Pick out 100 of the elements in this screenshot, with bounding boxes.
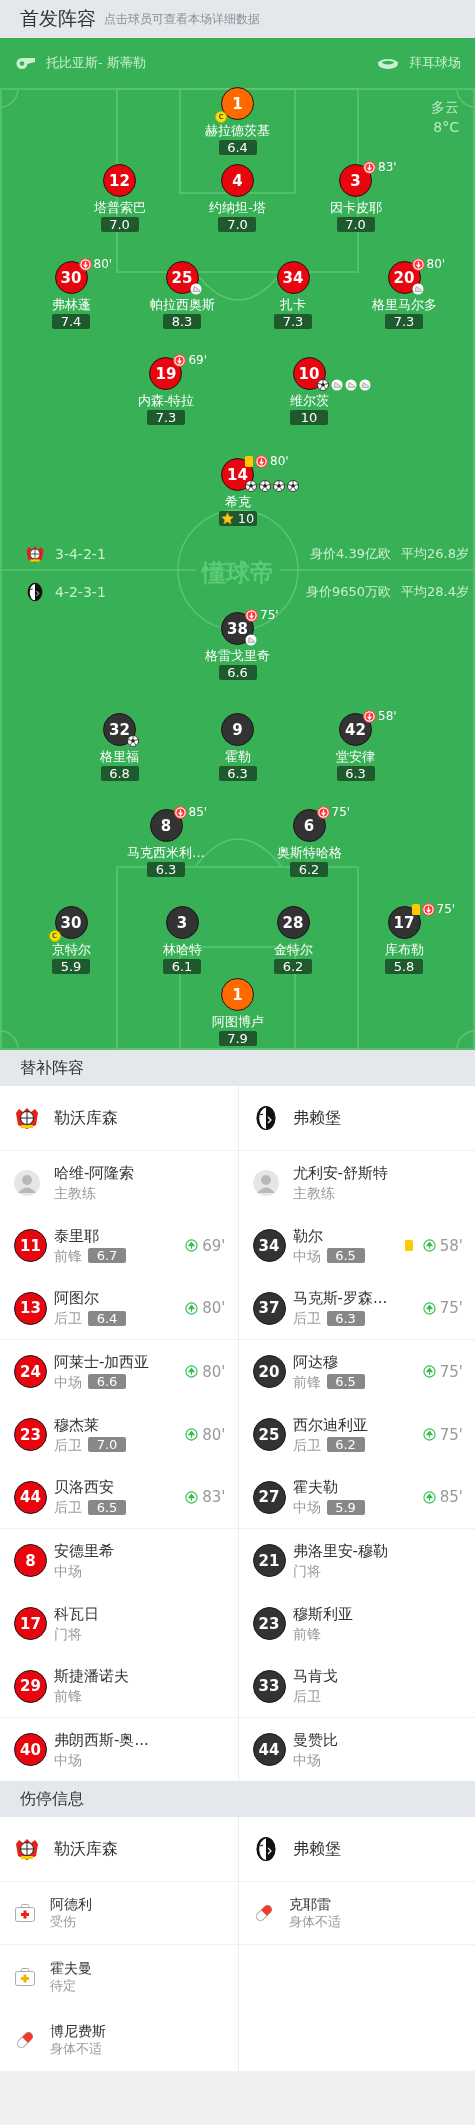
player-rating: 6.5 <box>326 1248 365 1263</box>
medical-kit-icon <box>14 1965 36 1988</box>
market-value: 身价4.39亿欧 <box>310 544 392 563</box>
player-name: 赫拉德茨基 <box>205 123 270 139</box>
substitution-off-icon <box>363 709 376 723</box>
player-rating: 10 <box>218 511 257 526</box>
substitution-on-icon <box>422 1301 436 1315</box>
player-number[interactable]: 25 <box>252 1418 286 1451</box>
boot-icon <box>189 283 202 295</box>
player-name: 博尼费斯 <box>50 2021 106 2040</box>
player-name: 马肯戈 <box>292 1666 338 1686</box>
player-name: 科瓦日 <box>54 1603 99 1624</box>
player-position: 前锋 <box>292 1372 321 1392</box>
player-number[interactable]: 40 <box>14 1733 47 1766</box>
section-title: 伤停信息 <box>0 1781 475 1817</box>
player-name: 内森-特拉 <box>137 393 195 409</box>
player-name: 穆斯利亚 <box>292 1603 353 1624</box>
coach-name[interactable]: 哈维-阿隆索 <box>54 1162 135 1183</box>
boot-icon <box>330 379 343 391</box>
player-number[interactable]: 9 <box>221 713 254 746</box>
team-name[interactable]: 弗赖堡 <box>292 1107 341 1129</box>
player-number[interactable]: 3 <box>339 164 372 197</box>
player-rating: 6.6 <box>88 1374 126 1389</box>
substitution-off-icon <box>316 805 330 819</box>
football-icon <box>316 379 329 391</box>
player-rating: 7.0 <box>100 217 139 232</box>
player-number[interactable]: 8 <box>149 809 183 842</box>
player-number[interactable]: 34 <box>252 1229 286 1262</box>
team-name[interactable]: 弗赖堡 <box>292 1838 341 1860</box>
player-rating: 10 <box>290 410 328 425</box>
player-number[interactable]: 27 <box>252 1480 286 1514</box>
player-position: 门将 <box>292 1561 321 1581</box>
coach-name[interactable]: 尤利安-舒斯特 <box>292 1162 388 1183</box>
player-number[interactable]: 32 <box>103 713 136 746</box>
player-number[interactable]: 34 <box>276 261 310 294</box>
player-number[interactable]: 24 <box>14 1355 47 1388</box>
boot-icon <box>411 283 424 295</box>
medical-kit-icon <box>14 1902 36 1924</box>
player-name: 马克西米利... <box>127 845 205 861</box>
weather-condition: 多云 <box>431 98 459 117</box>
player-number[interactable]: 37 <box>252 1291 286 1325</box>
player-name: 穆杰莱 <box>54 1414 100 1435</box>
player-rating: 7.9 <box>218 1031 257 1046</box>
player-number[interactable]: 6 <box>292 809 326 842</box>
substitution-off-icon <box>421 902 435 916</box>
player-position: 后卫 <box>292 1309 321 1328</box>
player-number[interactable]: 13 <box>14 1291 47 1325</box>
team-name[interactable]: 勒沃库森 <box>54 1107 118 1129</box>
player-number[interactable]: 30 <box>54 261 88 294</box>
player-number[interactable]: 8 <box>14 1544 47 1577</box>
player-number[interactable]: 19 <box>149 357 183 390</box>
team-name[interactable]: 勒沃库森 <box>54 1838 118 1860</box>
player-number[interactable]: 10 <box>292 357 326 390</box>
player-rating: 6.7 <box>88 1248 126 1263</box>
substitution-off-icon <box>363 160 376 174</box>
player-number[interactable]: 17 <box>14 1607 47 1640</box>
player-number[interactable]: 29 <box>14 1669 47 1703</box>
substitution-on-icon <box>185 1301 199 1315</box>
player-number[interactable]: 23 <box>14 1418 47 1451</box>
player-name: 奥斯特哈格 <box>276 845 342 861</box>
player-number[interactable]: 17 <box>387 906 421 939</box>
player-name: 希克 <box>224 494 251 510</box>
player-position: 后卫 <box>292 1687 321 1706</box>
coach-avatar <box>252 1169 279 1196</box>
player-name: 阿达穆 <box>292 1351 339 1372</box>
substitution-minute: 75' <box>439 1299 463 1317</box>
player-number[interactable]: 44 <box>252 1733 286 1766</box>
substitution-off-icon <box>245 608 258 622</box>
player-number[interactable]: 20 <box>252 1355 286 1388</box>
player-number[interactable]: 42 <box>339 713 372 746</box>
section-title: 首发阵容 <box>20 6 96 31</box>
player-number[interactable]: 4 <box>221 164 254 197</box>
injury-status: 待定 <box>50 1976 77 1995</box>
player-rating: 5.9 <box>326 1499 365 1515</box>
substitution-minute: 83' <box>202 1488 226 1506</box>
substitution-on-icon <box>422 1239 436 1252</box>
player-position: 中场 <box>292 1750 321 1770</box>
player-number[interactable]: 33 <box>252 1669 286 1703</box>
player-number[interactable]: 3 <box>165 906 199 939</box>
player-number[interactable]: 44 <box>14 1480 47 1514</box>
player-name: 格雷戈里奇 <box>205 648 270 664</box>
player-number[interactable]: 25 <box>165 261 199 294</box>
section-title: 替补阵容 <box>0 1050 475 1086</box>
player-number[interactable]: 23 <box>252 1607 286 1640</box>
substitution-minute: 58' <box>378 709 397 723</box>
player-number[interactable]: 12 <box>103 164 136 197</box>
substitution-on-icon <box>185 1365 199 1378</box>
player-name: 霍勒 <box>224 749 251 765</box>
club-crest-icon <box>14 1836 40 1862</box>
player-number[interactable]: 28 <box>276 906 310 939</box>
player-number[interactable]: 21 <box>252 1544 286 1577</box>
player-name: 阿图博卢 <box>211 1014 264 1030</box>
player-name: 维尔茨 <box>289 393 329 409</box>
player-number[interactable]: 11 <box>14 1229 47 1262</box>
player-position: 中场 <box>292 1498 321 1517</box>
player-rating: 7.3 <box>385 314 423 329</box>
club-crest-icon <box>25 581 45 602</box>
player-name: 阿图尔 <box>54 1288 100 1308</box>
player-name: 堂安律 <box>336 749 375 765</box>
substitution-minute: 85' <box>188 805 208 819</box>
